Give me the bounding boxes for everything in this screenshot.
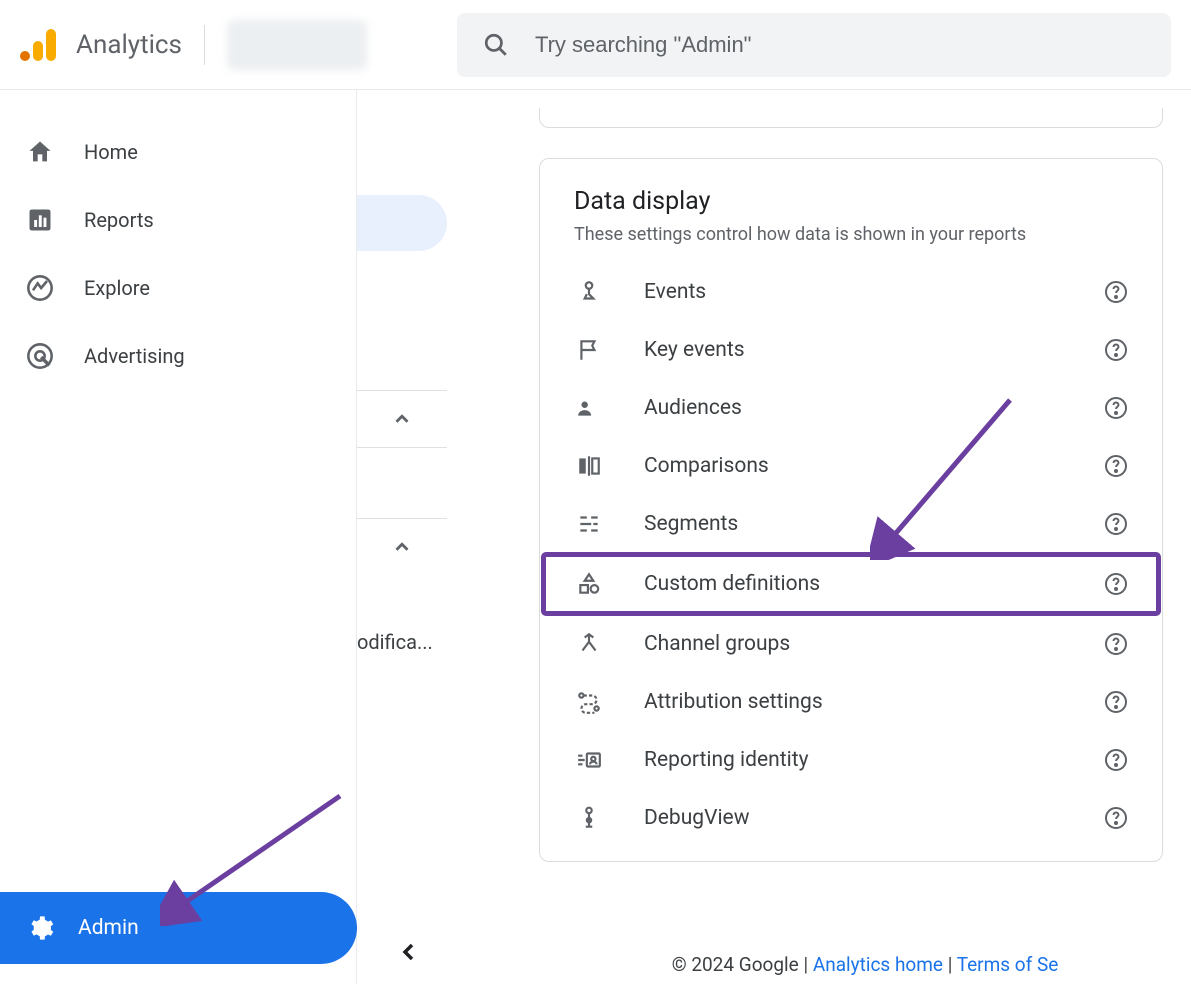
row-label: DebugView — [644, 806, 1064, 830]
sidebar-item-reports[interactable]: Reports — [0, 186, 356, 254]
data-display-card: Data display These settings control how … — [539, 158, 1163, 862]
explore-icon — [26, 274, 54, 302]
home-icon — [26, 138, 54, 166]
flag-icon — [574, 335, 604, 365]
help-icon[interactable] — [1104, 454, 1128, 478]
sidebar-item-advertising[interactable]: Advertising — [0, 322, 356, 390]
account-selector[interactable] — [227, 20, 367, 70]
help-icon[interactable] — [1104, 512, 1128, 536]
primary-sidebar: Home Reports Explore Advertising — [0, 90, 357, 984]
row-label: Channel groups — [644, 632, 1064, 656]
help-icon[interactable] — [1104, 690, 1128, 714]
search-bar[interactable] — [457, 13, 1171, 77]
app-header: Analytics — [0, 0, 1191, 90]
footer: © 2024 Google | Analytics home | Terms o… — [539, 953, 1191, 976]
search-input[interactable] — [535, 32, 1145, 58]
sidebar-item-label: Advertising — [84, 344, 185, 368]
copyright: © 2024 Google — [672, 953, 799, 976]
collapse-toggle[interactable] — [357, 519, 447, 575]
row-key-events[interactable]: Key events — [540, 321, 1162, 379]
selected-subnav[interactable] — [357, 195, 447, 251]
touch-icon — [574, 277, 604, 307]
row-label: Key events — [644, 338, 1064, 362]
help-icon[interactable] — [1104, 280, 1128, 304]
help-icon[interactable] — [1104, 338, 1128, 362]
back-icon[interactable] — [397, 940, 421, 964]
row-comparisons[interactable]: Comparisons — [540, 437, 1162, 495]
analytics-logo-icon — [20, 25, 60, 65]
sidebar-item-label: Home — [84, 140, 138, 164]
debug-icon — [574, 803, 604, 833]
card-subtitle: These settings control how data is shown… — [540, 224, 1162, 263]
row-label: Reporting identity — [644, 748, 1064, 772]
footer-link-home[interactable]: Analytics home — [813, 953, 943, 976]
row-label: Comparisons — [644, 454, 1064, 478]
identity-icon — [574, 745, 604, 775]
sidebar-item-label: Reports — [84, 208, 154, 232]
help-icon[interactable] — [1104, 396, 1128, 420]
sidebar-item-explore[interactable]: Explore — [0, 254, 356, 322]
sidebar-item-admin[interactable]: Admin — [0, 892, 357, 964]
segment-icon — [574, 509, 604, 539]
row-label: Custom definitions — [644, 572, 1064, 596]
card-fragment — [539, 108, 1163, 128]
advertising-icon — [26, 342, 54, 370]
row-attribution-settings[interactable]: Attribution settings — [540, 673, 1162, 731]
brand-title: Analytics — [76, 30, 182, 60]
sidebar-item-label: Explore — [84, 276, 150, 300]
help-icon[interactable] — [1104, 572, 1128, 596]
logo-block: Analytics — [20, 25, 182, 65]
main-content: Data display These settings control how … — [447, 90, 1191, 984]
row-label: Audiences — [644, 396, 1064, 420]
compare-icon — [574, 451, 604, 481]
shapes-icon — [574, 569, 604, 599]
people-icon — [574, 393, 604, 423]
merge-icon — [574, 629, 604, 659]
sidebar-item-label: Admin — [78, 916, 139, 940]
row-label: Segments — [644, 512, 1064, 536]
collapse-toggle[interactable] — [357, 391, 447, 447]
row-label: Events — [644, 280, 1064, 304]
secondary-panel: odifica... — [357, 90, 447, 984]
row-custom-definitions[interactable]: Custom definitions — [544, 555, 1158, 613]
divider — [204, 25, 205, 65]
sidebar-item-home[interactable]: Home — [0, 118, 356, 186]
row-debugview[interactable]: DebugView — [540, 789, 1162, 847]
reports-icon — [26, 206, 54, 234]
search-icon — [483, 32, 509, 58]
footer-link-terms[interactable]: Terms of Se — [957, 953, 1059, 976]
row-label: Attribution settings — [644, 690, 1064, 714]
help-icon[interactable] — [1104, 632, 1128, 656]
help-icon[interactable] — [1104, 748, 1128, 772]
row-segments[interactable]: Segments — [540, 495, 1162, 553]
path-icon — [574, 687, 604, 717]
row-reporting-identity[interactable]: Reporting identity — [540, 731, 1162, 789]
row-channel-groups[interactable]: Channel groups — [540, 615, 1162, 673]
card-title: Data display — [540, 187, 1162, 224]
row-events[interactable]: Events — [540, 263, 1162, 321]
gear-icon — [26, 914, 54, 942]
truncated-label: odifica... — [357, 630, 433, 654]
help-icon[interactable] — [1104, 806, 1128, 830]
row-audiences[interactable]: Audiences — [540, 379, 1162, 437]
